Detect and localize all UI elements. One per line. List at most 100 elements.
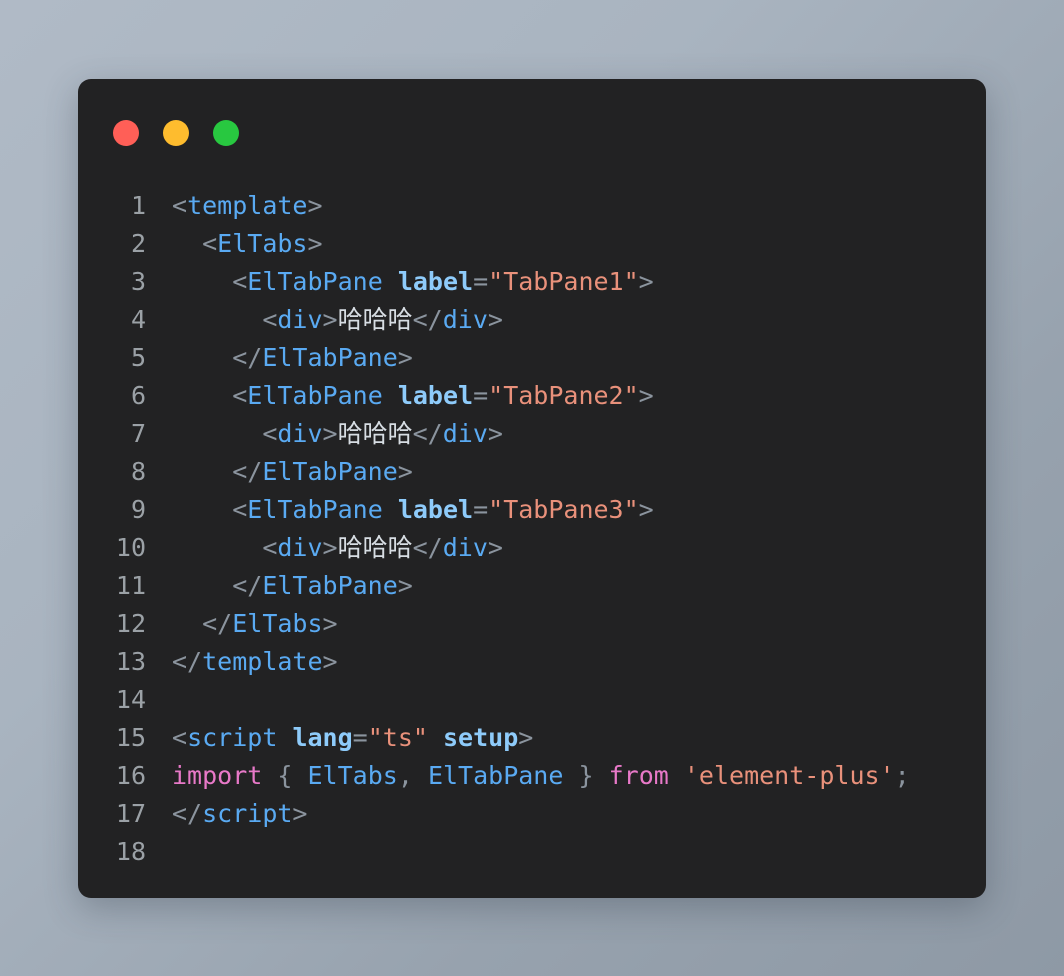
code-token-tag: ElTabs (232, 609, 323, 638)
code-token-text: 哈哈哈 (337, 419, 413, 448)
code-token-punc: </ (232, 457, 263, 486)
code-line[interactable]: 16 import { ElTabs, ElTabPane } from 'ele… (78, 757, 986, 795)
code-line[interactable]: 11 </ElTabPane> (78, 567, 986, 605)
code-token-punc: > (322, 647, 338, 676)
code-token-punc: > (638, 495, 654, 524)
code-line[interactable]: 13 </template> (78, 643, 986, 681)
code-token-punc: > (518, 723, 534, 752)
code-token-str: 'element-plus' (683, 761, 895, 790)
line-number: 3 (130, 267, 146, 296)
code-token-punc: </ (232, 343, 263, 372)
minimize-window-button[interactable] (163, 120, 189, 146)
code-token-tag: ElTabPane (247, 267, 383, 296)
code-token-punc: < (232, 495, 248, 524)
code-token-tag: div (277, 533, 323, 562)
code-line[interactable]: 2 <ElTabs> (78, 225, 986, 263)
code-line[interactable]: 4 <div>哈哈哈</div> (78, 301, 986, 339)
code-token-punc: > (292, 799, 308, 828)
code-token-tag: ElTabs (217, 229, 308, 258)
code-token-tag: ElTabPane (247, 495, 383, 524)
code-line[interactable]: 7 <div>哈哈哈</div> (78, 415, 986, 453)
code-token-punc: > (397, 457, 413, 486)
code-token-tag: script (187, 723, 278, 752)
code-line[interactable]: 3 <ElTabPane label="TabPane1"> (78, 263, 986, 301)
code-line[interactable]: 6 <ElTabPane label="TabPane2"> (78, 377, 986, 415)
code-line-content: <template> (146, 187, 323, 225)
line-number: 14 (115, 685, 146, 714)
code-token-tag: div (277, 419, 323, 448)
code-token-punc: > (322, 419, 338, 448)
code-line[interactable]: 5 </ElTabPane> (78, 339, 986, 377)
code-line[interactable]: 1 <template> (78, 187, 986, 225)
code-token-attr: setup (443, 723, 519, 752)
code-token-punc: > (322, 609, 338, 638)
code-token-punc: ; (894, 761, 910, 790)
code-line-content: </ElTabPane> (146, 339, 413, 377)
line-number: 18 (115, 837, 146, 866)
code-token-punc: > (397, 571, 413, 600)
line-number: 5 (130, 343, 146, 372)
code-line-content: <div>哈哈哈</div> (146, 529, 503, 567)
window-titlebar[interactable] (78, 79, 986, 187)
code-line[interactable]: 9 <ElTabPane label="TabPane3"> (78, 491, 986, 529)
code-token-tag: ElTabPane (262, 343, 398, 372)
code-token-tag: ElTabPane (262, 571, 398, 600)
code-token-str: "TabPane3" (488, 495, 639, 524)
code-token-kw: from (608, 761, 669, 790)
code-token-punc: > (397, 343, 413, 372)
code-token-text: 哈哈哈 (337, 533, 413, 562)
line-number: 13 (115, 647, 146, 676)
code-line[interactable]: 15 <script lang="ts" setup> (78, 719, 986, 757)
code-token-punc: = (473, 267, 489, 296)
code-token-tag: ElTabPane (262, 457, 398, 486)
line-number: 8 (130, 457, 146, 486)
screenshot-stage: 1 <template> 2 <ElTabs> 3 <ElTabPane label=… (0, 0, 1064, 976)
code-token-ident: ElTabPane (427, 761, 564, 790)
code-token-tag: script (202, 799, 293, 828)
code-token-punc: </ (412, 533, 443, 562)
line-number: 4 (130, 305, 146, 334)
code-line-content: </template> (146, 643, 338, 681)
code-token-attr: lang (292, 723, 353, 752)
code-editor[interactable]: 1 <template> 2 <ElTabs> 3 <ElTabPane label=… (78, 187, 986, 898)
code-token-punc: </ (202, 609, 233, 638)
code-line[interactable]: 17 </script> (78, 795, 986, 833)
code-line-content: <script lang="ts" setup> (146, 719, 533, 757)
code-line[interactable]: 14 (78, 681, 986, 719)
code-line[interactable]: 18 (78, 833, 986, 871)
code-line[interactable]: 12 </ElTabs> (78, 605, 986, 643)
line-number: 2 (130, 229, 146, 258)
line-number: 1 (130, 191, 146, 220)
line-number: 16 (115, 761, 146, 790)
line-number: 6 (130, 381, 146, 410)
code-token-punc: < (262, 419, 278, 448)
code-token-punc: > (487, 305, 503, 334)
code-token-punc: < (262, 533, 278, 562)
code-line-content: import { ElTabs, ElTabPane } from 'eleme… (146, 757, 910, 795)
code-token-punc: > (638, 267, 654, 296)
code-line[interactable]: 8 </ElTabPane> (78, 453, 986, 491)
code-token-punc: </ (412, 305, 443, 334)
code-line-content: </ElTabs> (146, 605, 338, 643)
code-line[interactable]: 10 <div>哈哈哈</div> (78, 529, 986, 567)
close-window-button[interactable] (113, 120, 139, 146)
maximize-window-button[interactable] (213, 120, 239, 146)
code-token-str: "TabPane2" (488, 381, 639, 410)
code-token-str: "ts" (367, 723, 428, 752)
